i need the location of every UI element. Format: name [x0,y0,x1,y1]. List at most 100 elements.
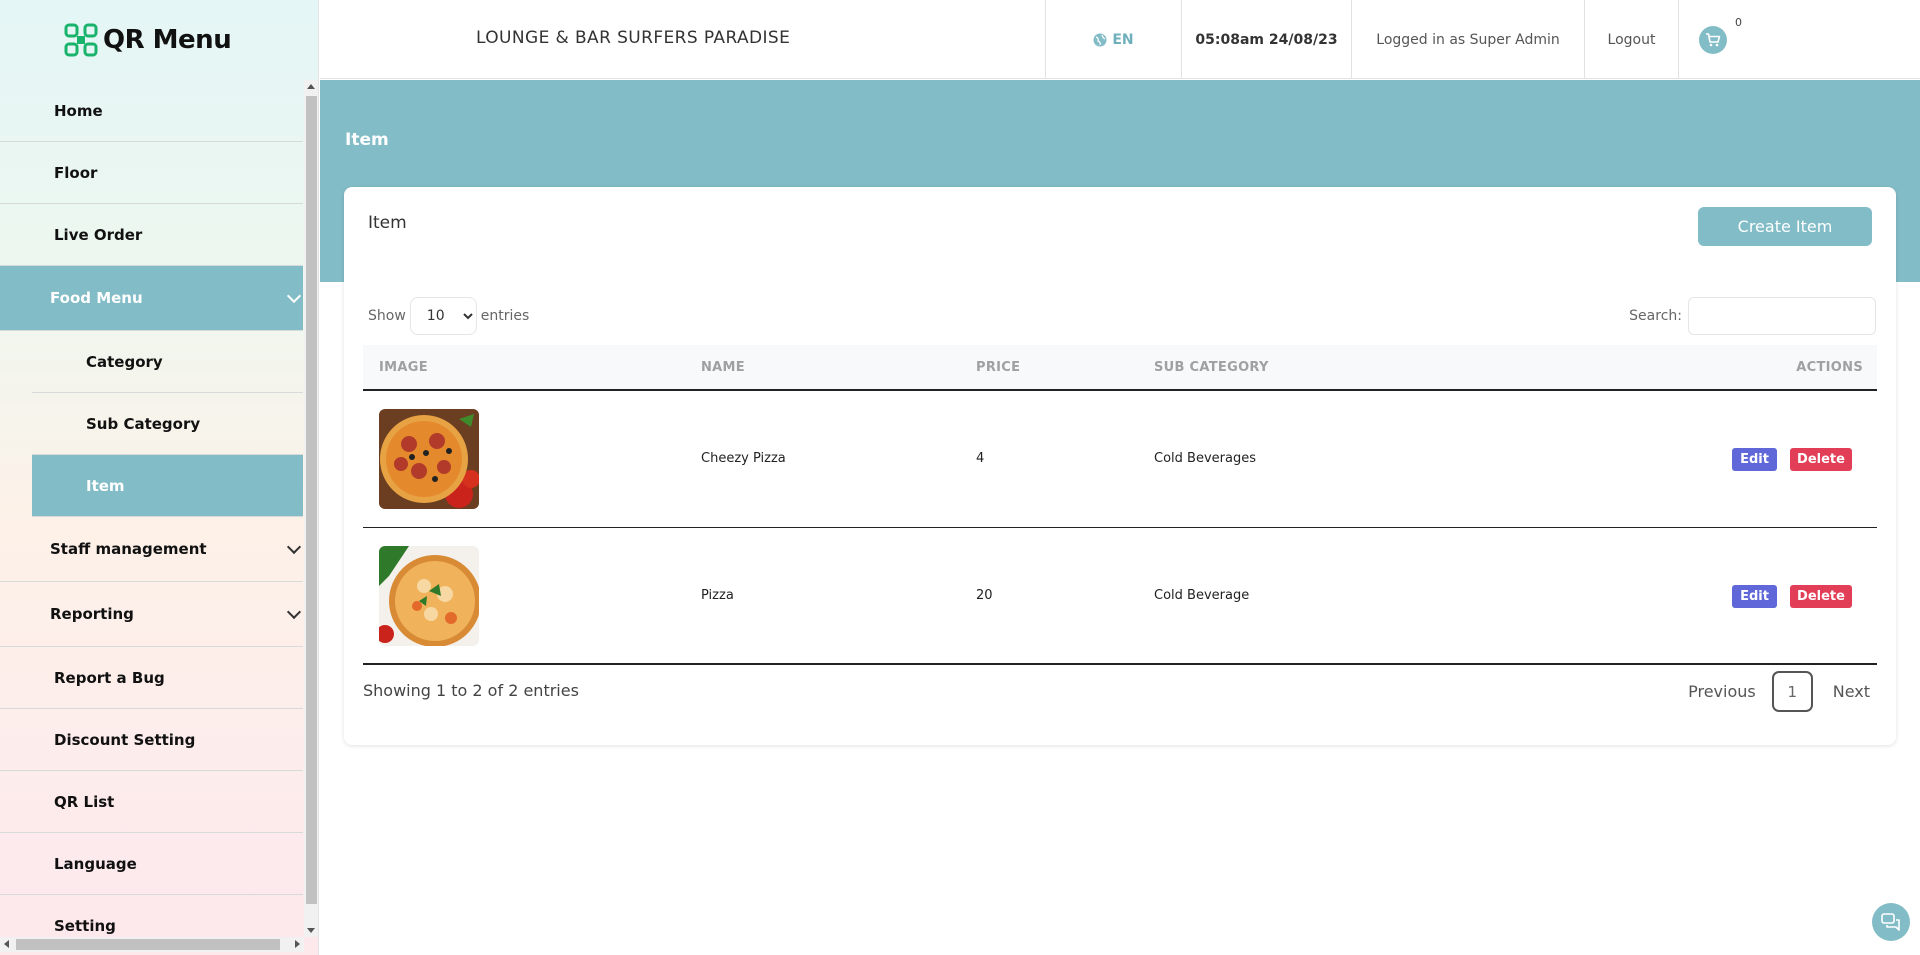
sidebar-item-label: Setting [54,916,116,935]
scroll-right-icon[interactable] [295,940,300,948]
sidebar-vertical-scrollbar[interactable] [304,80,318,937]
user-text: Logged in as Super Admin [1376,31,1560,48]
sidebar-item-floor[interactable]: Floor [0,142,303,204]
sidebar-item-home[interactable]: Home [0,80,303,142]
item-sub-category: Cold Beverage [1154,588,1250,603]
page-title: Item [345,130,389,150]
logout-link[interactable]: Logout [1584,0,1678,79]
venue-title: LOUNGE & BAR SURFERS PARADISE [476,28,791,48]
column-header-sub-category[interactable]: SUB CATEGORY [1154,360,1269,375]
pizza-image-icon [379,409,479,509]
sidebar-horizontal-scrollbar[interactable] [0,937,304,952]
table-header: IMAGE NAME PRICE SUB CATEGORY ACTIONS [363,345,1877,391]
sidebar-item-label: Floor [54,163,98,182]
logged-in-user: Logged in as Super Admin [1351,0,1584,79]
edit-button[interactable]: Edit [1732,448,1777,471]
column-header-price[interactable]: PRICE [976,360,1020,375]
sidebar-item-label: Sub Category [86,414,201,433]
item-name: Cheezy Pizza [701,451,786,466]
delete-button[interactable]: Delete [1790,585,1852,608]
column-header-image[interactable]: IMAGE [379,360,428,375]
item-name: Pizza [701,588,734,603]
cart: 0 [1678,0,1758,79]
items-table: IMAGE NAME PRICE SUB CATEGORY ACTIONS Ch… [363,345,1877,665]
sidebar-nav: Home Floor Live Order Food Menu Category… [0,80,303,955]
item-price: 20 [976,588,993,603]
item-price: 4 [976,451,985,466]
sidebar-item-staff-management[interactable]: Staff management [0,517,303,582]
sidebar-item-label: Discount Setting [54,730,196,749]
page-length-select[interactable]: 10 [409,297,477,335]
sidebar-item-reporting[interactable]: Reporting [0,582,303,647]
pagination: Previous 1 Next [1688,671,1870,712]
sidebar-item-label: Item [86,476,125,495]
next-page-button[interactable]: Next [1833,682,1870,701]
entries-label: entries [480,308,530,324]
item-card: Item Create Item Show 10 entries Search:… [344,187,1896,745]
qr-logo-icon [64,23,98,57]
scroll-up-icon[interactable] [307,84,315,89]
item-sub-category: Cold Beverages [1154,451,1256,466]
logo[interactable]: QR Menu [0,0,318,80]
sidebar-item-label: Reporting [50,605,134,623]
logo-text: QR Menu [103,25,232,55]
sidebar-item-report-a-bug[interactable]: Report a Bug [0,647,303,709]
table-row: Cheezy Pizza 4 Cold Beverages Edit Delet… [363,391,1877,528]
cart-icon [1706,32,1721,46]
chat-icon [1881,913,1900,931]
sidebar-item-label: Food Menu [50,289,143,307]
top-header: LOUNGE & BAR SURFERS PARADISE EN 05:08am… [320,0,1920,79]
sidebar-item-label: Home [54,101,103,120]
scrollbar-thumb[interactable] [306,96,317,904]
search-label: Search: [1629,308,1682,324]
show-label: Show [368,308,406,324]
datetime-display: 05:08am 24/08/23 [1181,0,1351,79]
food-menu-submenu: Category Sub Category Item [32,331,303,517]
chevron-down-icon [286,288,302,304]
previous-page-button[interactable]: Previous [1688,682,1756,701]
column-header-name[interactable]: NAME [701,360,745,375]
scrollbar-thumb[interactable] [16,939,280,950]
sidebar-item-qr-list[interactable]: QR List [0,771,303,833]
sidebar-item-live-order[interactable]: Live Order [0,204,303,266]
sidebar-item-sub-category[interactable]: Sub Category [32,393,303,455]
globe-icon [1093,33,1107,46]
sidebar: QR Menu Home Floor Live Order Food Menu … [0,0,319,955]
language-switcher[interactable]: EN [1045,0,1181,79]
search-input[interactable] [1688,297,1876,335]
table-info: Showing 1 to 2 of 2 entries [363,681,579,700]
language-code: EN [1112,31,1134,48]
delete-button[interactable]: Delete [1790,448,1852,471]
cart-count-badge: 0 [1735,16,1742,29]
logout-text: Logout [1607,31,1656,48]
chevron-down-icon [286,539,302,555]
sidebar-item-label: Staff management [50,540,207,558]
sidebar-item-food-menu[interactable]: Food Menu [0,266,303,331]
page-1-button[interactable]: 1 [1771,671,1813,712]
sidebar-item-label: Live Order [54,225,143,244]
datetime-text: 05:08am 24/08/23 [1195,31,1338,48]
chevron-down-icon [286,604,302,620]
card-title: Item [368,213,407,233]
sidebar-item-item[interactable]: Item [32,455,303,517]
sidebar-item-language[interactable]: Language [0,833,303,895]
page-length-control: Show 10 entries [368,297,529,335]
pizza-image-icon [379,546,479,646]
sidebar-item-category[interactable]: Category [32,331,303,393]
column-header-actions: ACTIONS [1796,360,1863,375]
sidebar-item-label: Language [54,854,137,873]
search-control: Search: [1629,297,1876,335]
create-item-button[interactable]: Create Item [1698,207,1872,246]
chat-button[interactable] [1872,903,1910,941]
scroll-left-icon[interactable] [4,940,9,948]
sidebar-item-label: QR List [54,792,115,811]
item-image-pizza [379,546,479,646]
sidebar-item-label: Category [86,352,163,371]
item-image-cheezy-pizza [379,409,479,509]
edit-button[interactable]: Edit [1732,585,1777,608]
cart-button[interactable] [1699,25,1727,54]
sidebar-item-discount-setting[interactable]: Discount Setting [0,709,303,771]
sidebar-item-label: Report a Bug [54,668,165,687]
table-row: Pizza 20 Cold Beverage Edit Delete [363,528,1877,665]
scroll-down-icon[interactable] [307,928,315,933]
